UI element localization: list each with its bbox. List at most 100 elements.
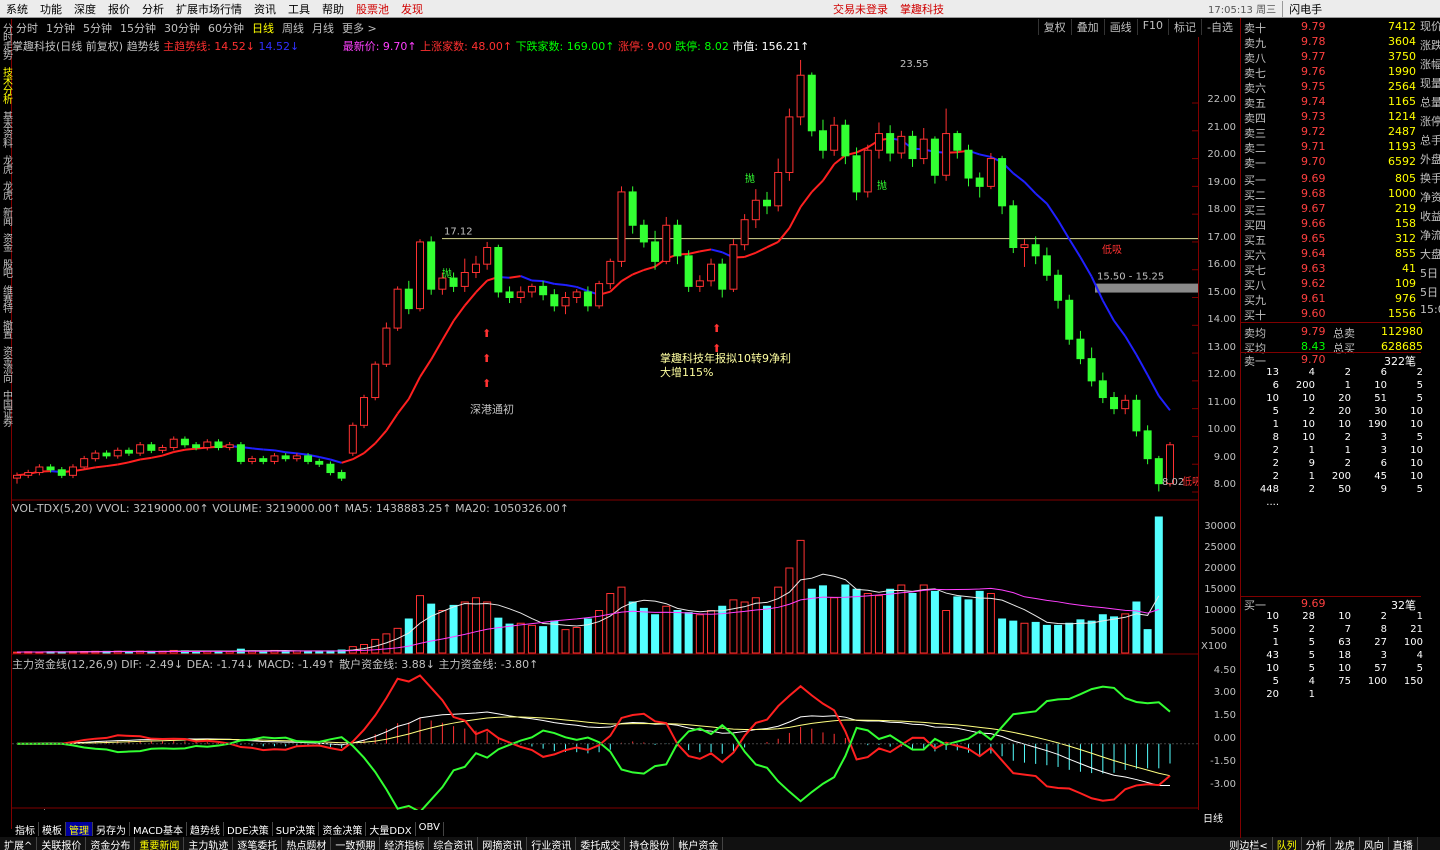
sidebar-weisaite[interactable]: 维赛特: [1, 285, 12, 312]
itab-14[interactable]: 帐户资金: [674, 837, 724, 850]
btab-manage[interactable]: 管理: [66, 822, 93, 837]
rtab-5[interactable]: 直播: [1389, 837, 1418, 850]
buy-level[interactable]: 买六 9.64 855: [1241, 247, 1421, 262]
menu-tools[interactable]: 工具: [282, 1, 316, 17]
itab-11[interactable]: 行业资讯: [527, 837, 577, 850]
menu-analysis[interactable]: 分析: [136, 1, 170, 17]
btab-indicator[interactable]: 指标: [12, 822, 39, 837]
menu-ext-market[interactable]: 扩展市场行情: [170, 1, 248, 17]
tab-1min[interactable]: 1分钟: [42, 20, 79, 36]
flash-trade[interactable]: 闪电手: [1282, 0, 1328, 17]
itab-9[interactable]: 综合资讯: [429, 837, 479, 850]
buy-level[interactable]: 买四 9.66 158: [1241, 217, 1421, 232]
itab-5[interactable]: 逐笔委托: [233, 837, 283, 850]
menu-quote[interactable]: 报价: [102, 1, 136, 17]
btab-saveas[interactable]: 另存为: [93, 822, 130, 837]
sidebar-fund[interactable]: 资金: [1, 233, 12, 251]
ob-volume: 219: [1395, 202, 1416, 215]
sidebar-set[interactable]: 撤置: [1, 320, 12, 338]
btab-ddx[interactable]: 大量DDX: [366, 822, 416, 837]
btab-macd[interactable]: MACD基本: [130, 822, 187, 837]
sidebar-tech[interactable]: 技术分析: [1, 67, 12, 103]
sidebar-fundflow[interactable]: 资金流向: [1, 346, 12, 382]
rtab-4[interactable]: 风向: [1360, 837, 1389, 850]
buy-level[interactable]: 买二 9.68 1000: [1241, 187, 1421, 202]
tool-draw[interactable]: 画线: [1103, 19, 1137, 35]
tool-mark[interactable]: 标记: [1168, 19, 1201, 35]
kline-chart[interactable]: 17.12 15.50 - 15.25 23.55 深港通初 掌趣科技年报拟10转9净利…: [12, 37, 1198, 810]
login-status[interactable]: 交易未登录: [827, 1, 894, 17]
sell-level[interactable]: 卖七 9.76 1990: [1241, 65, 1421, 80]
tool-watchlist[interactable]: -自选: [1201, 19, 1238, 35]
tab-weekly[interactable]: 周线: [278, 20, 308, 36]
sell-level[interactable]: 卖一 9.70 6592: [1241, 155, 1421, 170]
sidebar-dragon2[interactable]: 龙虎: [1, 181, 12, 199]
sidebar-news[interactable]: 新闻: [1, 207, 12, 225]
candle: [785, 108, 794, 181]
itab-1[interactable]: 关联报价: [37, 837, 87, 850]
tab-30min[interactable]: 30分钟: [160, 20, 204, 36]
sell-level[interactable]: 卖六 9.75 2564: [1241, 80, 1421, 95]
rtab-0[interactable]: 则边栏<: [1225, 837, 1273, 850]
itab-13[interactable]: 持仓股份: [625, 837, 675, 850]
buy-level[interactable]: 买十 9.60 1556: [1241, 307, 1421, 322]
sidebar-timeshare[interactable]: 分时走势: [1, 23, 12, 59]
itab-12[interactable]: 委托成交: [576, 837, 626, 850]
candle: [807, 72, 816, 137]
tab-60min[interactable]: 60分钟: [204, 20, 248, 36]
sell-level[interactable]: 卖十 9.79 7412: [1241, 20, 1421, 35]
menu-system[interactable]: 系统: [0, 1, 34, 17]
tool-overlay[interactable]: 叠加: [1070, 19, 1104, 35]
buy-level[interactable]: 买三 9.67 219: [1241, 202, 1421, 217]
itab-4[interactable]: 主力轨迹: [184, 837, 234, 850]
sell-level[interactable]: 卖九 9.78 3604: [1241, 35, 1421, 50]
itab-0[interactable]: 扩展^: [0, 837, 38, 850]
tab-timeshare[interactable]: 分时: [12, 20, 42, 36]
tool-f10[interactable]: F10: [1136, 19, 1168, 35]
menu-news[interactable]: 资讯: [248, 1, 282, 17]
btab-fund[interactable]: 资金决策: [319, 822, 367, 837]
btab-obv[interactable]: OBV: [416, 822, 444, 836]
tool-fuquan[interactable]: 复权: [1037, 19, 1071, 35]
sidebar-cn-sec[interactable]: 中国证券: [1, 390, 12, 426]
itab-8[interactable]: 经济指标: [380, 837, 430, 850]
sell-level[interactable]: 卖四 9.73 1214: [1241, 110, 1421, 125]
tab-5min[interactable]: 5分钟: [79, 20, 116, 36]
buy-level[interactable]: 买一 9.69 805: [1241, 172, 1421, 187]
tab-daily[interactable]: 日线: [248, 20, 278, 36]
buy-level[interactable]: 买七 9.63 41: [1241, 262, 1421, 277]
itab-7[interactable]: 一致预期: [331, 837, 381, 850]
itab-2[interactable]: 资金分布: [86, 837, 136, 850]
candle: [113, 447, 122, 459]
tab-15min[interactable]: 15分钟: [116, 20, 160, 36]
buy-level[interactable]: 买九 9.61 976: [1241, 292, 1421, 307]
sell-level[interactable]: 卖五 9.74 1165: [1241, 95, 1421, 110]
sell-level[interactable]: 卖八 9.77 3750: [1241, 50, 1421, 65]
btab-template[interactable]: 模板: [39, 822, 66, 837]
buy-level[interactable]: 买五 9.65 312: [1241, 232, 1421, 247]
itab-3[interactable]: 重要新闻: [135, 837, 185, 850]
menu-help[interactable]: 帮助: [316, 1, 350, 17]
sell-level[interactable]: 卖三 9.72 2487: [1241, 125, 1421, 140]
btab-sup[interactable]: SUP决策: [273, 822, 320, 837]
tab-more[interactable]: 更多 >: [338, 20, 381, 36]
tab-monthly[interactable]: 月线: [308, 20, 338, 36]
buy-level[interactable]: 买八 9.62 109: [1241, 277, 1421, 292]
menu-discover[interactable]: 发现: [395, 1, 429, 17]
rtab-1[interactable]: 队列: [1273, 837, 1302, 850]
period-label[interactable]: 日线: [1203, 810, 1223, 825]
rtab-2[interactable]: 分析: [1302, 837, 1331, 850]
btab-trend[interactable]: 趋势线: [187, 822, 224, 837]
sell-level[interactable]: 卖二 9.71 1193: [1241, 140, 1421, 155]
menu-stock-pool[interactable]: 股票池: [350, 1, 395, 17]
itab-10[interactable]: 网摘资讯: [478, 837, 528, 850]
rtab-3[interactable]: 龙虎: [1331, 837, 1360, 850]
btab-dde[interactable]: DDE决策: [224, 822, 273, 837]
menu-function[interactable]: 功能: [34, 1, 68, 17]
volume-bar: [483, 601, 492, 654]
sidebar-forum[interactable]: 股吧: [1, 259, 12, 277]
itab-6[interactable]: 热点题材: [282, 837, 332, 850]
sidebar-dragon1[interactable]: 龙虎: [1, 155, 12, 173]
menu-depth[interactable]: 深度: [68, 1, 102, 17]
sidebar-basic[interactable]: 基本资料: [1, 111, 12, 147]
